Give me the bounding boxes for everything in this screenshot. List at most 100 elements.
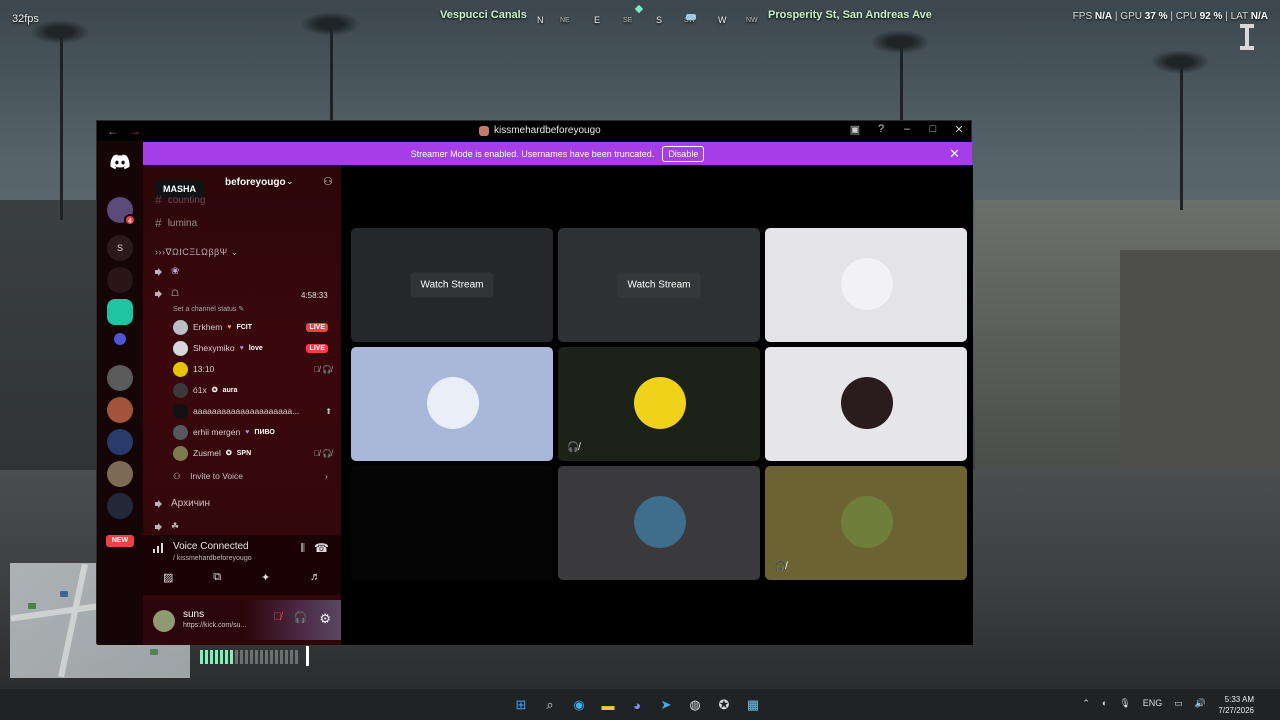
- soundboard-icon[interactable]: ♬: [310, 571, 321, 584]
- server-s[interactable]: S: [107, 235, 133, 261]
- screen-share-icon[interactable]: ⧉: [213, 571, 221, 584]
- voice-user[interactable]: Erkhem ♥ FCIT LIVE: [173, 318, 338, 336]
- server-icon[interactable]: [107, 267, 133, 293]
- compass-w: W: [718, 15, 727, 25]
- user-avatar[interactable]: [153, 610, 175, 632]
- voice-user-name: Erkhem: [193, 322, 223, 332]
- add-friend-icon[interactable]: ⚇: [323, 175, 333, 188]
- server-icon[interactable]: [107, 493, 133, 519]
- steam-icon[interactable]: ◍: [685, 695, 705, 715]
- clan-tag: love: [248, 344, 263, 352]
- voice-channel-2[interactable]: Архичин: [155, 498, 210, 509]
- voice-channel-3[interactable]: ☘: [155, 521, 179, 532]
- palm-fronds: [1150, 50, 1210, 74]
- voice-user[interactable]: ааааааааааааааааааааа... ⬆: [173, 402, 338, 420]
- system-tray: ⌃ ◐ 🎙 ENG ▭ 🔊: [1082, 698, 1206, 709]
- activities-icon[interactable]: ✦: [261, 571, 270, 584]
- server-icon[interactable]: [107, 365, 133, 391]
- participant-avatar: [841, 377, 893, 429]
- voice-channel-name[interactable]: / kissmehardbeforeyougo: [173, 555, 252, 562]
- disconnect-icon[interactable]: ☎: [314, 541, 329, 555]
- voice-user[interactable]: ó1x ✪ aura: [173, 381, 338, 399]
- voice-user[interactable]: Shexymiko ♥ love LIVE: [173, 339, 338, 357]
- settings-gear-icon[interactable]: ⚙: [319, 611, 331, 627]
- edge-icon[interactable]: ◉: [569, 695, 589, 715]
- help-icon[interactable]: ?: [875, 123, 887, 136]
- compass-e: E: [594, 15, 601, 25]
- participant-avatar: [634, 377, 686, 429]
- tray-app-icon[interactable]: ◐: [1102, 698, 1107, 709]
- channel-emoji-icon: ☖: [171, 288, 180, 298]
- rockstar-icon[interactable]: ✪: [714, 695, 734, 715]
- headphones-icon[interactable]: 🎧: [294, 611, 308, 627]
- stream-tile[interactable]: Watch Stream: [558, 228, 760, 342]
- back-arrow-icon[interactable]: ←: [107, 124, 119, 138]
- stream-tile[interactable]: Watch Stream: [351, 228, 553, 342]
- file-explorer-icon[interactable]: ▬: [598, 695, 618, 715]
- volume-icon[interactable]: 🔊: [1195, 698, 1206, 709]
- banner-close-icon[interactable]: ✕: [949, 146, 960, 162]
- forward-arrow-icon[interactable]: →: [129, 124, 141, 138]
- network-icon[interactable]: ▭: [1174, 698, 1183, 709]
- perf-lat-label: LAT: [1230, 11, 1248, 22]
- server-header[interactable]: beforeyougo ⌄ ⚇ MASHA: [143, 165, 341, 198]
- dm-avatar[interactable]: 4: [107, 197, 136, 226]
- tray-chevron-up-icon[interactable]: ⌃: [1082, 698, 1090, 709]
- voice-channel-active[interactable]: ☖: [155, 288, 179, 299]
- discord-home-button[interactable]: [107, 149, 133, 175]
- minimize-icon[interactable]: –: [901, 123, 913, 136]
- clan-tag: aura: [222, 386, 238, 394]
- folder-icon[interactable]: [114, 333, 126, 345]
- language-indicator[interactable]: ENG: [1143, 698, 1163, 709]
- participant-tile[interactable]: [765, 347, 967, 461]
- watch-stream-button[interactable]: Watch Stream: [410, 272, 494, 298]
- server-icon[interactable]: [107, 397, 133, 423]
- mic-muted-icon[interactable]: 🎙̸: [273, 611, 281, 627]
- avatar: [173, 445, 188, 461]
- inbox-icon[interactable]: ▣: [849, 123, 861, 136]
- voice-user[interactable]: Zusmel ✪ SPN 🎙̸ 🎧̸: [173, 444, 338, 462]
- camera-off-icon[interactable]: ▨: [163, 571, 173, 584]
- mic-icon[interactable]: 🎙: [1119, 698, 1130, 709]
- voice-user-name: ааааааааааааааааааааа...: [193, 406, 300, 416]
- disable-streamer-mode-button[interactable]: Disable: [662, 145, 705, 162]
- location-left: Vespucci Canals: [440, 9, 527, 21]
- maximize-icon[interactable]: □: [927, 123, 939, 136]
- close-icon[interactable]: ✕: [953, 123, 965, 136]
- discord-taskbar-icon[interactable]: ◕: [627, 695, 647, 715]
- telegram-icon[interactable]: ➤: [656, 695, 676, 715]
- invite-label: Invite to Voice: [190, 471, 243, 481]
- search-icon[interactable]: ⌕: [540, 695, 560, 715]
- perf-overlay: FPS N/A | GPU 37 % | CPU 92 % | LAT N/A: [1072, 11, 1268, 22]
- map-road: [58, 563, 88, 678]
- mute-deafen-icon: 🎙̸ 🎧̸: [313, 364, 332, 374]
- channel-category[interactable]: ›››∇ΩICΞLΩββΨ ⌄: [155, 247, 239, 258]
- blip-marker-icon: [686, 14, 696, 20]
- live-badge: LIVE: [306, 343, 328, 353]
- voice-timer: 4:58:33: [301, 291, 328, 300]
- server-icon[interactable]: [107, 299, 133, 325]
- voice-channel[interactable]: ❀: [155, 266, 179, 277]
- server-icon[interactable]: [107, 429, 133, 455]
- deafened-icon: 🎧̸: [774, 561, 787, 572]
- taskbar-clock[interactable]: 5:33 AM 7/27/2026: [1218, 694, 1254, 716]
- channel-lumina[interactable]: # lumina: [155, 216, 197, 230]
- perf-lat-value: N/A: [1250, 11, 1268, 22]
- participant-tile[interactable]: 🎧̸: [765, 466, 967, 580]
- participant-tile[interactable]: 🎧̸: [558, 347, 760, 461]
- invite-to-voice[interactable]: ⚇ Invite to Voice ›: [173, 471, 328, 482]
- windows-start-icon[interactable]: ⊞: [511, 695, 531, 715]
- watch-stream-button[interactable]: Watch Stream: [617, 272, 701, 298]
- app-icon[interactable]: ▦: [743, 695, 763, 715]
- participant-tile[interactable]: [765, 228, 967, 342]
- server-icon[interactable]: [107, 461, 133, 487]
- voice-user[interactable]: erhii mergen ♥ ПИВО: [173, 423, 338, 441]
- voice-user[interactable]: 13:10 🎙̸ 🎧̸: [173, 360, 338, 378]
- channel-counting[interactable]: # counting: [155, 195, 206, 205]
- participant-tile[interactable]: [351, 347, 553, 461]
- noise-suppression-icon[interactable]: ⫼: [300, 543, 305, 554]
- participant-tile[interactable]: [558, 466, 760, 580]
- channel-status-link[interactable]: Set a channel status ✎: [173, 305, 244, 313]
- palm-fronds: [300, 12, 360, 36]
- title-bar: ← → kissmehardbeforeyougo ▣ ? – □ ✕: [97, 121, 971, 141]
